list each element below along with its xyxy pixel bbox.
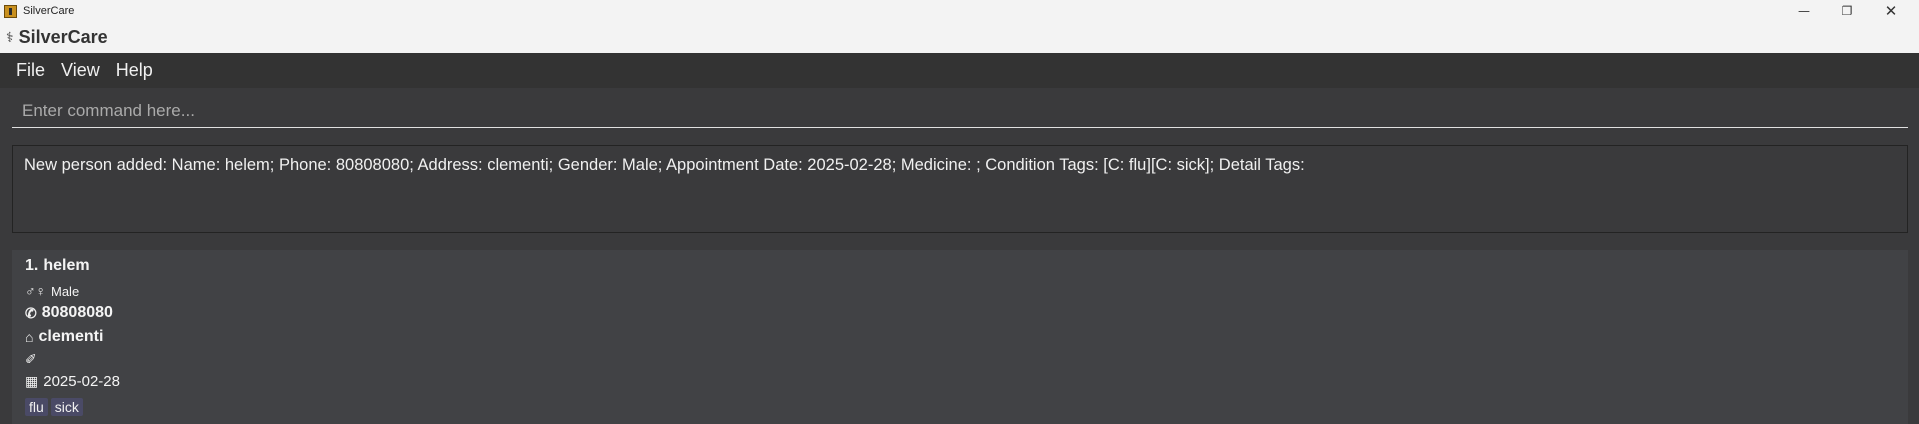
result-text: New person added: Name: helem; Phone: 80…	[24, 156, 1305, 174]
person-phone: 80808080	[41, 304, 113, 321]
person-address-row: ⌂ clementi	[25, 328, 103, 346]
pill-icon: ✐	[25, 351, 37, 367]
person-gender: Male	[51, 283, 80, 299]
person-name-row: 1. helem	[25, 257, 90, 275]
person-index: 1.	[25, 257, 39, 274]
app-icon	[4, 4, 17, 18]
person-address: clementi	[38, 328, 104, 345]
home-icon: ⌂	[25, 329, 34, 345]
command-box	[0, 88, 1919, 136]
condition-tag: sick	[50, 398, 83, 416]
result-display: New person added: Name: helem; Phone: 80…	[12, 145, 1908, 233]
person-list[interactable]: 1. helem ♂♀ Male ✆ 80808080 ⌂ clementi ✐…	[12, 250, 1908, 424]
minimize-icon[interactable]: —	[1783, 0, 1825, 22]
menu-file[interactable]: File	[8, 60, 53, 81]
person-gender-row: ♂♀ Male	[25, 283, 79, 299]
person-appointment-date: 2025-02-28	[43, 373, 120, 390]
calendar-icon: ▦	[25, 373, 39, 389]
person-card[interactable]: 1. helem ♂♀ Male ✆ 80808080 ⌂ clementi ✐…	[12, 250, 1908, 424]
person-medicine-row: ✐	[25, 351, 42, 368]
window-titlebar: SilverCare — ❐ ✕	[0, 0, 1919, 22]
app-title: SilverCare	[18, 27, 108, 47]
person-name: helem	[43, 257, 90, 274]
menu-view[interactable]: View	[53, 60, 108, 81]
gender-icon: ♂♀	[25, 283, 46, 299]
close-icon[interactable]: ✕	[1870, 0, 1912, 22]
menu-help[interactable]: Help	[108, 60, 161, 81]
condition-tag: flu	[25, 398, 48, 416]
command-input[interactable]	[12, 94, 1908, 128]
restore-icon[interactable]: ❐	[1826, 0, 1868, 22]
person-tags: flu sick	[25, 398, 83, 416]
caduceus-icon: ⚕	[6, 29, 14, 46]
phone-icon: ✆	[25, 304, 37, 321]
window-title: SilverCare	[23, 5, 75, 17]
person-phone-row: ✆ 80808080	[25, 304, 113, 322]
app-header: ⚕ SilverCare	[0, 22, 1919, 53]
person-date-row: ▦ 2025-02-28	[25, 373, 120, 390]
menu-bar: File View Help	[0, 53, 1919, 88]
